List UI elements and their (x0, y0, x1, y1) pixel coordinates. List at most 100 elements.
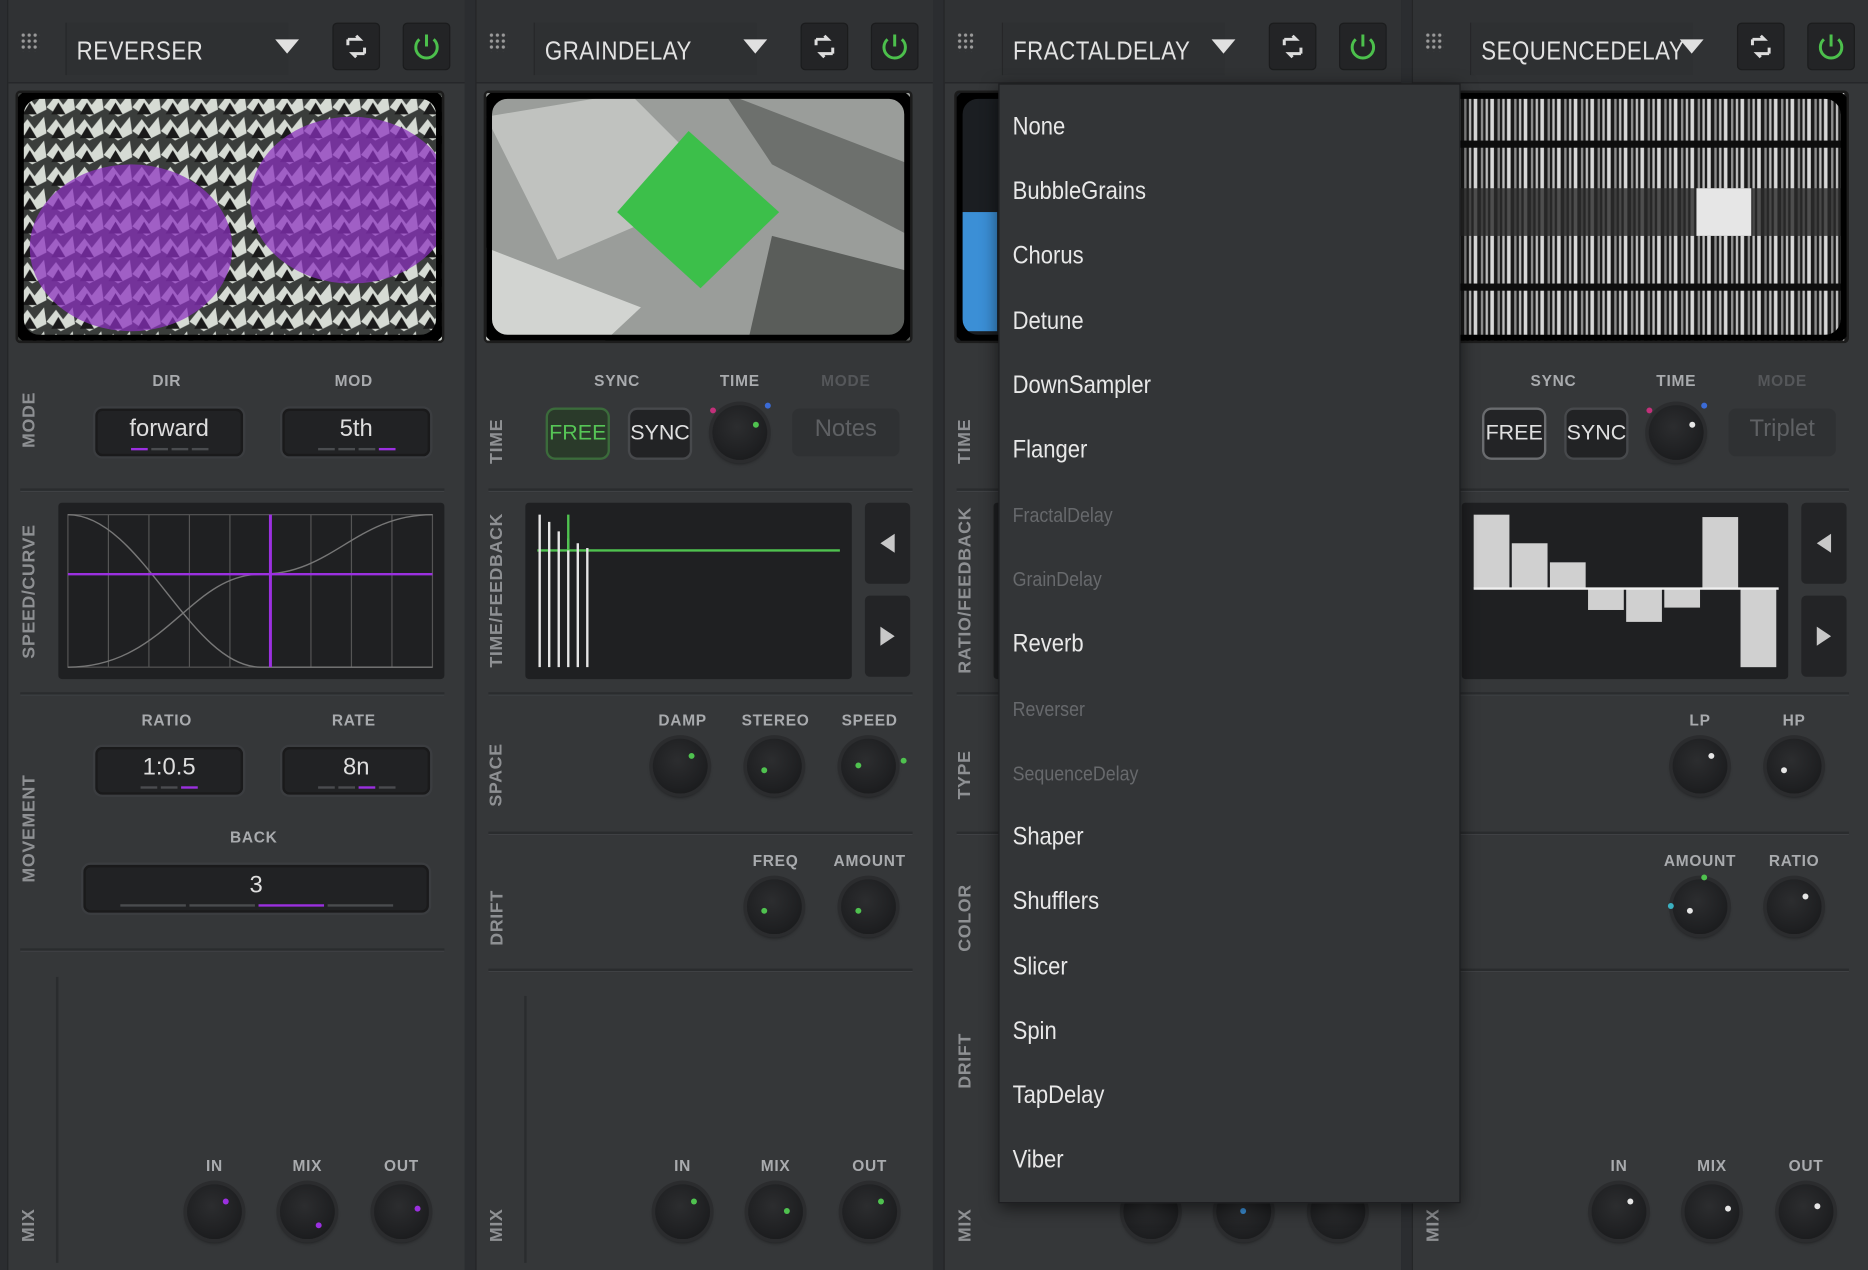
section-label-ratio-feedback: RATIO/FEEDBACK (954, 506, 976, 674)
dropdown-item-reverb[interactable]: Reverb (1013, 630, 1084, 659)
sequence-graph[interactable] (1461, 502, 1789, 680)
free-button[interactable]: FREE (548, 409, 608, 458)
free-button[interactable]: FREE (1484, 409, 1544, 458)
in-knob[interactable] (1591, 1184, 1647, 1240)
panel-sequencedelay: SEQUENCEDELAY TIME SYNC TIME MODE FREE S… (1411, 0, 1868, 1270)
header: SEQUENCEDELAY (1412, 0, 1868, 84)
ratio-label: RATIO (141, 711, 193, 730)
arrow-left-button[interactable] (1801, 502, 1847, 584)
dir-selector[interactable]: forward (95, 408, 244, 457)
power-button[interactable] (870, 22, 919, 71)
rate-selector[interactable]: 8n (282, 746, 431, 795)
out-knob[interactable] (1778, 1184, 1834, 1240)
time-label: TIME (719, 371, 760, 390)
dropdown-item-none[interactable]: None (1013, 113, 1066, 142)
panel-graindelay: GRAINDELAY TIME SYNC TIME MODE FREE SYNC… (475, 0, 933, 1270)
mode-selector[interactable]: Notes (792, 408, 900, 457)
drag-handle-icon[interactable] (1424, 32, 1444, 52)
speed-knob[interactable] (841, 738, 907, 794)
mode-selector[interactable]: Triplet (1728, 408, 1836, 457)
visualizer-image (486, 92, 911, 341)
expand-button[interactable] (1736, 22, 1785, 71)
expand-button[interactable] (800, 22, 849, 71)
effect-selector[interactable]: FRACTALDELAY (1001, 22, 1225, 76)
visualizer-image (1422, 92, 1847, 341)
speed-label: SPEED (841, 711, 898, 730)
header: GRAINDELAY (476, 0, 933, 84)
dropdown-item-chorus[interactable]: Chorus (1013, 242, 1084, 271)
mix-label: MIX (292, 1156, 323, 1175)
drag-handle-icon[interactable] (20, 32, 40, 52)
dropdown-item-downsampler[interactable]: DownSampler (1013, 371, 1151, 400)
dropdown-item-spin[interactable]: Spin (1013, 1017, 1057, 1046)
speed-curve-graph[interactable] (58, 502, 445, 680)
out-label: OUT (852, 1156, 888, 1175)
effect-selector[interactable]: SEQUENCEDELAY (1470, 22, 1693, 76)
drag-handle-icon[interactable] (488, 32, 508, 52)
out-knob[interactable] (842, 1184, 898, 1240)
power-button[interactable] (1339, 22, 1387, 71)
dropdown-item-bubblegrains[interactable]: BubbleGrains (1013, 178, 1146, 207)
dropdown-item-flanger[interactable]: Flanger (1013, 436, 1088, 465)
section-label-color: COLOR (954, 883, 976, 952)
time-knob[interactable] (1646, 402, 1708, 460)
power-button[interactable] (402, 22, 451, 71)
chevron-down-icon[interactable] (1679, 39, 1704, 54)
damp-knob[interactable] (652, 738, 708, 794)
back-label: BACK (229, 828, 278, 846)
out-knob[interactable] (374, 1184, 429, 1240)
sync-label: SYNC (1530, 371, 1577, 390)
hp-knob[interactable] (1766, 738, 1822, 794)
dropdown-item-viber[interactable]: Viber (1013, 1146, 1064, 1175)
section-label-type: TYPE (954, 749, 976, 799)
in-label: IN (1610, 1156, 1628, 1175)
amount-knob[interactable] (1667, 874, 1728, 935)
time-feedback-graph[interactable] (525, 502, 852, 680)
expand-icon (1282, 34, 1303, 59)
section-label-speed-curve: SPEED/CURVE (18, 523, 39, 659)
sync-button[interactable]: SYNC (1566, 409, 1626, 458)
header: REVERSER (8, 0, 465, 84)
expand-button[interactable] (1268, 22, 1317, 71)
effect-selector[interactable]: REVERSER (65, 22, 289, 76)
dropdown-item-tapdelay[interactable]: TapDelay (1013, 1082, 1105, 1111)
power-button[interactable] (1807, 22, 1855, 71)
ratio-knob[interactable] (1766, 879, 1822, 935)
dropdown-item-slicer[interactable]: Slicer (1013, 953, 1068, 982)
in-knob[interactable] (187, 1184, 242, 1240)
mix-knob[interactable] (279, 1184, 335, 1240)
dropdown-item-shaper[interactable]: Shaper (1013, 823, 1084, 852)
section-label-space: SPACE (486, 742, 507, 807)
lp-knob[interactable] (1672, 738, 1728, 794)
back-selector[interactable]: 3 (83, 864, 429, 913)
chevron-down-icon[interactable] (743, 39, 768, 54)
sync-button[interactable]: SYNC (630, 409, 690, 458)
sync-label: SYNC (594, 371, 641, 390)
expand-icon (346, 34, 367, 59)
mix-knob[interactable] (748, 1184, 803, 1240)
freq-knob[interactable] (746, 879, 802, 935)
effect-selector[interactable]: GRAINDELAY (533, 22, 757, 76)
plugin-rack: REVERSER MODE DIR MOD forward 5th SPEED/… (0, 0, 1868, 1270)
chevron-down-icon[interactable] (275, 39, 300, 54)
stereo-label: STEREO (741, 711, 810, 730)
ratio-selector[interactable]: 1:0.5 (95, 746, 244, 795)
power-icon (1350, 34, 1376, 60)
expand-button[interactable] (332, 22, 381, 71)
dropdown-item-shufflers[interactable]: Shufflers (1013, 888, 1099, 917)
time-knob[interactable] (710, 402, 771, 460)
mod-selector[interactable]: 5th (282, 408, 431, 457)
stereo-knob[interactable] (746, 738, 802, 794)
expand-icon (1750, 34, 1771, 59)
lp-label: LP (1689, 711, 1711, 730)
drag-handle-icon[interactable] (956, 32, 976, 52)
in-knob[interactable] (655, 1184, 711, 1240)
mix-knob[interactable] (1684, 1184, 1740, 1240)
dropdown-item-detune[interactable]: Detune (1013, 307, 1084, 336)
arrow-right-button[interactable] (864, 595, 911, 677)
amount-knob[interactable] (841, 879, 896, 935)
arrow-right-button[interactable] (1801, 595, 1847, 677)
chevron-down-icon[interactable] (1211, 39, 1236, 54)
arrow-left-button[interactable] (864, 502, 911, 584)
mod-label: MOD (334, 371, 373, 390)
